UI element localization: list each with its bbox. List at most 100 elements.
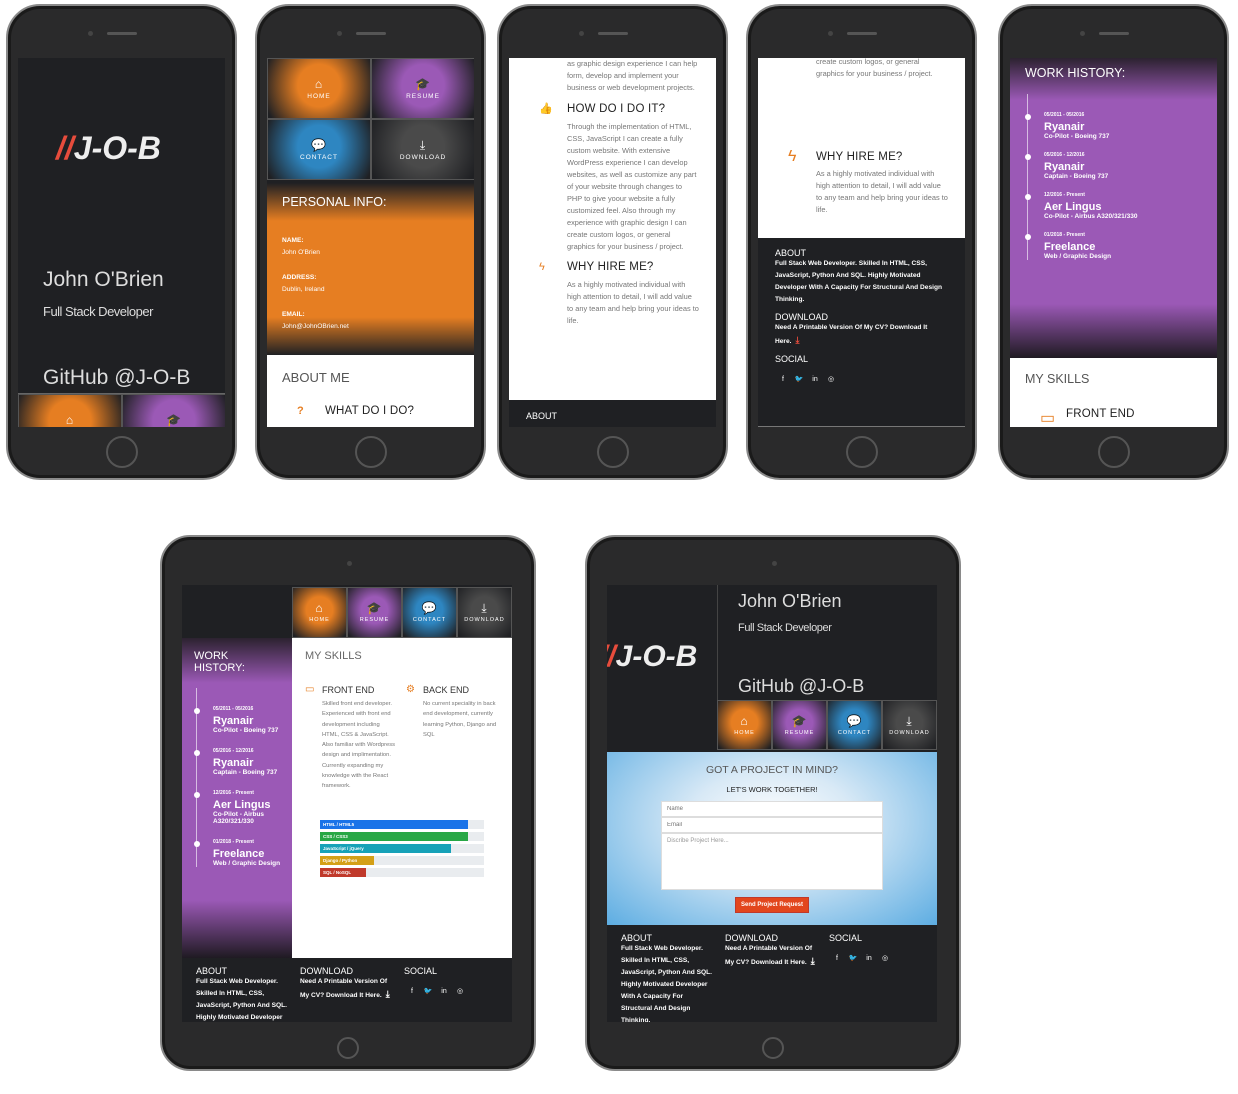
thumbs-up-icon: 👍 [539, 103, 553, 115]
facebook-icon[interactable]: f [404, 988, 420, 995]
twitter-icon[interactable]: 🐦 [791, 375, 807, 383]
info-label: NAME: [282, 237, 304, 244]
download-icon[interactable]: ⤓ [811, 956, 815, 966]
timeline-item: 05/2011 - 05/2016 Ryanair Co-Pilot - Boein… [194, 706, 282, 734]
linkedin-icon[interactable]: in [861, 955, 877, 962]
home-icon: ⌂ [315, 601, 324, 615]
about-section-text: Full Stack Web Developer. Skilled In HTM… [196, 978, 287, 1021]
logo-text: J-O-B [73, 130, 161, 166]
nav-tile-label: RESUME [784, 729, 815, 736]
social-section: SOCIAL f 🐦 in ◎ [829, 927, 923, 1022]
nav-tile-resume[interactable]: 🎓RESUME [347, 587, 402, 638]
twitter-icon[interactable]: 🐦 [420, 987, 436, 995]
send-project-request-button[interactable]: Send Project Request [734, 897, 809, 913]
nav-tile-download[interactable]: ⤓ DOWNLOAD [371, 119, 474, 180]
home-button[interactable] [337, 1037, 359, 1059]
skill-bar-fill: CSS / CSS3 [320, 831, 468, 841]
nav-tile-resume[interactable]: 🎓RESUME [772, 700, 827, 750]
email-input[interactable] [661, 817, 883, 833]
screen: //J-O-B John O'Brien Full Stack Developer G… [607, 585, 937, 1022]
my-skills-title: MY SKILLS [305, 650, 362, 662]
linkedin-icon[interactable]: in [436, 988, 452, 995]
work-history: WORK HISTORY: 05/2011 - 05/2016 Ryanair Co-… [1010, 58, 1217, 358]
name-input[interactable] [661, 801, 883, 817]
about-me: ABOUT ME? WHAT DO I DO? [267, 355, 474, 427]
my-skills: MY SKILLS ▭ FRONT END [1010, 358, 1217, 427]
front-end-text: Skilled front end developer. Experienced… [322, 701, 396, 790]
work-history-title: WORK HISTORY: [1025, 66, 1126, 80]
section-text: As a highly motivated individual with hi… [567, 280, 699, 325]
speaker [355, 32, 386, 35]
nav-tile-download[interactable]: ⤓ DOWNLOAD [457, 587, 512, 638]
instagram-icon[interactable]: ◎ [823, 375, 839, 383]
nav-tile-contact[interactable]: 💬 CONTACT [267, 119, 371, 180]
nav-tile-home[interactable]: ⌂HOME [18, 394, 122, 427]
download-section-text: Need A Printable Version Of My CV? Downl… [725, 945, 815, 966]
nav-tile-resume[interactable]: 🎓RESUME [371, 58, 474, 119]
nav-tile-contact[interactable]: 💬 CONTACT [402, 587, 457, 638]
download-icon[interactable]: ⤓ [796, 335, 800, 345]
why-text: As a highly motivated individual with hi… [816, 169, 948, 214]
home-icon: ⌂ [65, 412, 75, 427]
logo: //J-O-B [607, 640, 697, 674]
instagram-icon[interactable]: ◎ [877, 954, 893, 962]
why-title: WHY HIRE ME? [816, 151, 903, 163]
front-end-heading: ▭ FRONT END [1040, 408, 1202, 427]
role: Full Stack Developer [738, 622, 832, 634]
home-button[interactable] [1097, 436, 1130, 468]
timeline-role: Web / Graphic Design [1044, 253, 1112, 260]
home-button[interactable] [105, 436, 138, 468]
tablet-2: //J-O-B John O'Brien Full Stack Developer G… [585, 535, 961, 1071]
home-button[interactable] [845, 436, 878, 468]
home-button[interactable] [596, 436, 629, 468]
what-heading: ? WHAT DO I DO? [297, 405, 459, 417]
home-button[interactable] [354, 436, 387, 468]
skills-columns: ▭ FRONT END Skilled front end developer. E… [305, 684, 499, 792]
about-section: ABOUT Full Stack Web Developer. Skilled I… [621, 927, 715, 1022]
nav-tile-resume[interactable]: 🎓RESUME [122, 394, 225, 427]
section-title: WHY HIRE ME? [567, 261, 654, 273]
facebook-icon[interactable]: f [829, 955, 845, 962]
timeline-role: Co-Pilot - Airbus A320/321/330 [213, 811, 265, 825]
nav-tile-home[interactable]: ⌂HOME [267, 58, 371, 119]
home-button[interactable] [762, 1037, 784, 1059]
info-value: John O'Brien [282, 249, 320, 256]
screen: as graphic design experience I can help … [509, 58, 716, 427]
back-end-column: ⚙ BACK END No current speciality in back e… [406, 684, 499, 792]
lightning-icon: ϟ [539, 261, 545, 273]
nav-tile-home[interactable]: ⌂HOME [717, 700, 772, 750]
nav-tile-home[interactable]: ⌂HOME [292, 587, 347, 638]
back-end-heading: ⚙ BACK END [406, 684, 499, 695]
download-section-text: Need A Printable Version Of My CV? Downl… [775, 324, 928, 345]
nav-tile-label: RESUME [359, 617, 390, 623]
about-section-title: ABOUT [196, 966, 228, 976]
skill-bar-fill: JavaScript / jQuery [320, 843, 452, 853]
contact-section: GOT A PROJECT IN MIND? LET'S WORK TOGETHE… [607, 752, 937, 925]
lightning-icon: ϟ [788, 148, 797, 165]
front-end-title: FRONT END [1066, 408, 1135, 420]
monitor-icon: ▭ [1040, 410, 1056, 427]
timeline-dates: 12/2016 - Present [1044, 192, 1085, 198]
timeline-role: Co-Pilot - Boeing 737 [213, 727, 279, 734]
download-section: DOWNLOAD Need A Printable Version Of My C… [775, 312, 948, 348]
about-section-title: ABOUT [621, 933, 653, 943]
logo-text: J-O-B [615, 640, 698, 673]
github-handle[interactable]: GitHub @J-O-B [43, 366, 190, 390]
phone-2: ⌂ HOME 🎓 RESUME 💬 CONTACT ⤓ DOWNLOAD PERSONAL IN… [255, 4, 486, 480]
facebook-icon[interactable]: f [775, 376, 791, 383]
social-title: SOCIAL [775, 354, 809, 364]
timeline-company: Aer Lingus [1044, 201, 1102, 213]
download-icon[interactable]: ⤓ [386, 989, 390, 999]
footer: ABOUT Full Stack Web Developer. Skilled I… [607, 925, 937, 1022]
timeline-dates: 12/2016 - Present [213, 790, 254, 796]
nav-tile-label: CONTACT [412, 617, 447, 623]
logo-slashes: // [56, 130, 74, 166]
project-description-input[interactable]: Discribe Project Here... [661, 833, 883, 890]
instagram-icon[interactable]: ◎ [452, 987, 468, 995]
twitter-icon[interactable]: 🐦 [845, 954, 861, 962]
nav-tile-download[interactable]: ⤓ DOWNLOAD [882, 700, 937, 750]
nav-tile-contact[interactable]: 💬 CONTACT [827, 700, 882, 750]
linkedin-icon[interactable]: in [807, 376, 823, 383]
github-handle[interactable]: GitHub @J-O-B [738, 676, 864, 697]
question-icon: ? [297, 405, 304, 417]
